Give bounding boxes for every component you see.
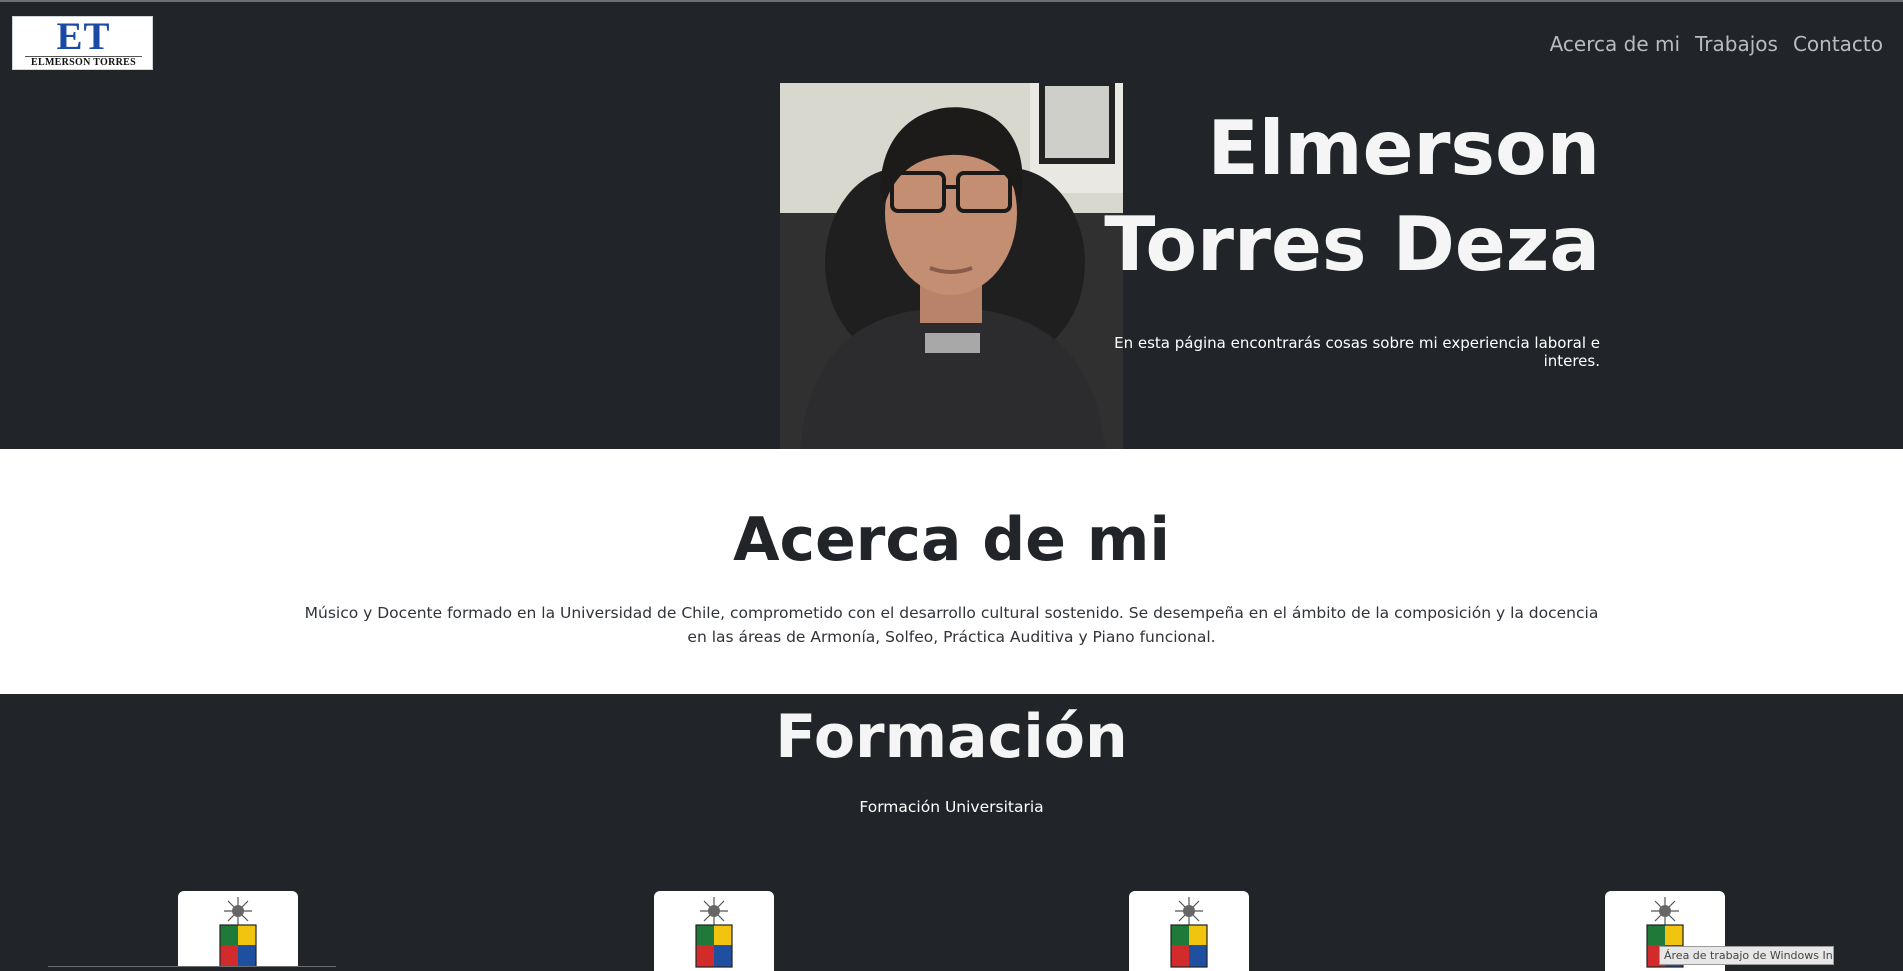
logo-brand-text: ELMERSON TORRES xyxy=(31,57,136,68)
formation-card[interactable] xyxy=(1129,891,1249,971)
profile-photo-illustration xyxy=(780,83,1123,449)
about-heading: Acerca de mi xyxy=(733,505,1170,575)
nav-link-about[interactable]: Acerca de mi xyxy=(1550,32,1680,62)
main-nav: Acerca de mi Trabajos Contacto xyxy=(1550,32,1883,62)
nav-link-contact[interactable]: Contacto xyxy=(1793,32,1883,62)
hero-section: ET ELMERSON TORRES Acerca de mi Trabajos… xyxy=(0,2,1903,449)
formation-card[interactable] xyxy=(178,891,298,971)
hero-subtitle: En esta página encontrarás cosas sobre m… xyxy=(1114,334,1600,370)
formation-subtitle: Formación Universitaria xyxy=(859,798,1044,816)
about-body: Músico y Docente formado en la Universid… xyxy=(304,604,1599,646)
about-section: Acerca de mi Músico y Docente formado en… xyxy=(0,449,1903,694)
university-crest-icon xyxy=(1170,897,1208,968)
bottom-edge-bar xyxy=(48,966,336,971)
hero-title-line2: Torres Deza xyxy=(1104,200,1600,288)
profile-photo xyxy=(780,83,1123,449)
logo-monogram: ET xyxy=(56,15,111,58)
formation-heading: Formación xyxy=(775,702,1128,772)
hero-title-line1: Elmerson xyxy=(1207,104,1600,192)
nav-link-works[interactable]: Trabajos xyxy=(1695,32,1778,62)
formation-card[interactable] xyxy=(654,891,774,971)
site-logo[interactable]: ET ELMERSON TORRES xyxy=(12,16,153,70)
formation-section: Formación Formación Universitaria xyxy=(0,694,1903,971)
university-crest-icon xyxy=(695,897,733,968)
windows-ink-tooltip: Área de trabajo de Windows Ink xyxy=(1659,946,1834,965)
university-crest-icon xyxy=(219,897,257,968)
hero-title: Elmerson Torres Deza xyxy=(1080,100,1600,292)
